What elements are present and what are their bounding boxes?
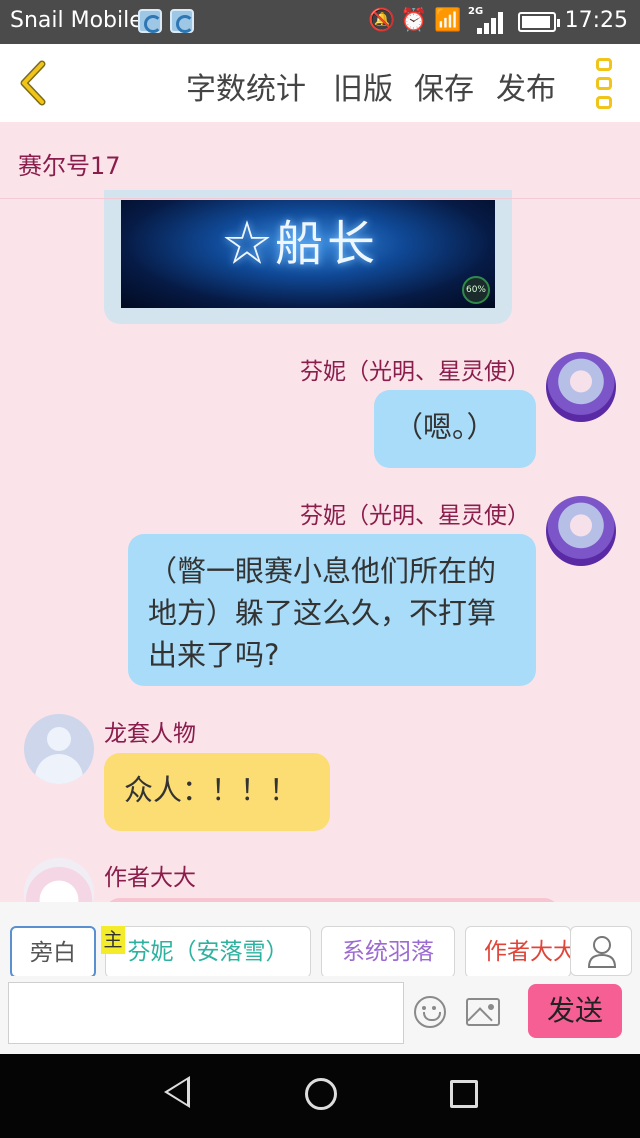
alarm-icon: ⏰ bbox=[400, 8, 428, 33]
top-toolbar: 字数统计 旧版 保存 发布 bbox=[0, 44, 640, 122]
avatar[interactable] bbox=[546, 352, 616, 422]
message-bubble[interactable]: （嗯。） bbox=[374, 390, 536, 468]
clock: 17:25 bbox=[564, 8, 628, 33]
word-count-button[interactable]: 字数统计 bbox=[186, 64, 306, 108]
battery-icon bbox=[518, 12, 560, 32]
role-system-button[interactable]: 系统羽落 bbox=[321, 926, 455, 978]
send-button[interactable]: 发送 bbox=[528, 984, 622, 1038]
mute-icon: 🔕 bbox=[368, 8, 396, 33]
nav-home-icon[interactable] bbox=[305, 1078, 337, 1110]
nav-recents-icon[interactable] bbox=[450, 1080, 478, 1108]
app-notification-icon bbox=[138, 9, 162, 33]
message-bubble[interactable]: 众人：！！！ bbox=[104, 753, 330, 831]
sender-name: 芬妮（光明、星灵使） bbox=[300, 503, 530, 529]
role-narration-button[interactable]: 旁白 bbox=[10, 926, 96, 978]
avatar[interactable] bbox=[24, 714, 94, 784]
carrier-name: Snail Mobile bbox=[10, 8, 143, 33]
game-screenshot-image: ☆船长 60% bbox=[121, 200, 495, 308]
role-fenni-button[interactable]: 芬妮（安落雪） bbox=[105, 926, 311, 978]
nav-back-icon[interactable] bbox=[164, 1076, 190, 1108]
image-caption: ☆船长 bbox=[223, 216, 380, 272]
image-message[interactable]: ☆船长 60% bbox=[104, 190, 512, 324]
avatar[interactable] bbox=[546, 496, 616, 566]
sender-name: 芬妮（光明、星灵使） bbox=[300, 359, 530, 385]
status-bar: Snail Mobile 🔕 ⏰ 📶 2G 17:25 bbox=[0, 0, 640, 44]
old-version-button[interactable]: 旧版 bbox=[333, 64, 393, 108]
save-button[interactable]: 保存 bbox=[414, 64, 474, 108]
image-progress-badge: 60% bbox=[462, 276, 490, 304]
system-nav-bar bbox=[0, 1054, 640, 1138]
back-arrow-icon[interactable] bbox=[14, 58, 54, 108]
publish-button[interactable]: 发布 bbox=[496, 64, 556, 108]
wifi-icon: 📶 bbox=[434, 8, 462, 33]
app-notification-icon bbox=[170, 9, 194, 33]
emoji-icon[interactable] bbox=[414, 996, 446, 1028]
more-menu-icon[interactable] bbox=[594, 58, 614, 110]
sender-name: 龙套人物 bbox=[104, 721, 196, 747]
signal-icon bbox=[477, 12, 505, 34]
message-input[interactable] bbox=[8, 982, 404, 1044]
add-role-button[interactable] bbox=[570, 926, 632, 976]
main-role-tag: 主 bbox=[101, 926, 125, 954]
role-author-button[interactable]: 作者大大 bbox=[465, 926, 571, 978]
message-bubble[interactable]: （瞥一眼赛小息他们所在的地方）躲了这么久，不打算出来了吗? bbox=[128, 534, 536, 686]
chat-title: 赛尔号17 bbox=[18, 152, 121, 180]
image-picker-icon[interactable] bbox=[466, 998, 500, 1026]
sender-name: 作者大大 bbox=[104, 865, 196, 891]
person-icon bbox=[587, 936, 617, 968]
title-divider bbox=[0, 198, 640, 199]
